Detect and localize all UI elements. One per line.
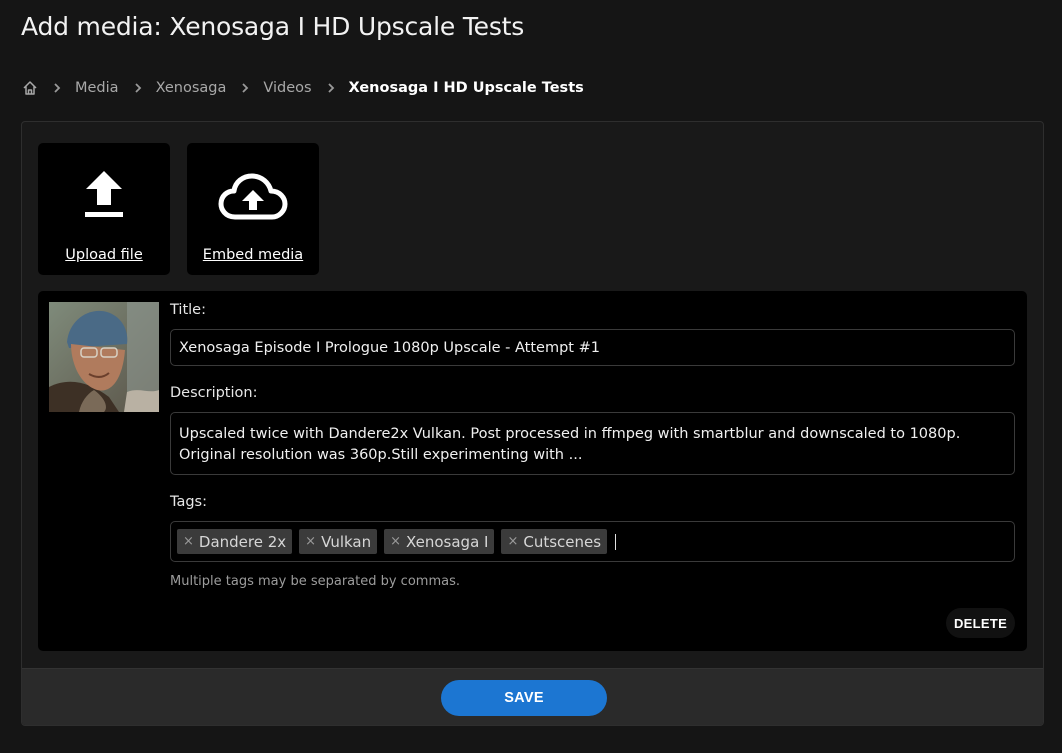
breadcrumb: Media Xenosaga Videos Xenosaga I HD Upsc…: [22, 78, 584, 98]
title-label: Title:: [170, 302, 206, 318]
tags-label: Tags:: [170, 494, 207, 510]
description-label: Description:: [170, 385, 258, 401]
tags-input[interactable]: × Dandere 2x × Vulkan × Xenosaga I × Cut…: [170, 521, 1015, 562]
save-button[interactable]: SAVE: [441, 680, 607, 716]
breadcrumb-item-videos[interactable]: Videos: [263, 80, 311, 96]
embed-media-link[interactable]: Embed media: [187, 247, 319, 263]
breadcrumb-current: Xenosaga I HD Upscale Tests: [348, 80, 584, 96]
chevron-right-icon: [134, 83, 142, 93]
upload-icon: [83, 169, 125, 224]
remove-tag-icon[interactable]: ×: [183, 534, 194, 549]
tag-chip: × Dandere 2x: [177, 529, 293, 554]
tag-chip: × Vulkan: [299, 529, 378, 554]
tags-help-text: Multiple tags may be separated by commas…: [170, 574, 460, 589]
remove-tag-icon[interactable]: ×: [507, 534, 518, 549]
cloud-upload-icon: [218, 173, 288, 226]
remove-tag-icon[interactable]: ×: [390, 534, 401, 549]
tag-label: Cutscenes: [523, 532, 602, 551]
breadcrumb-item-media[interactable]: Media: [75, 80, 119, 96]
chevron-right-icon: [53, 83, 61, 93]
description-textarea[interactable]: Upscaled twice with Dandere2x Vulkan. Po…: [170, 412, 1015, 475]
chevron-right-icon: [327, 83, 335, 93]
embed-media-tile[interactable]: Embed media: [187, 143, 319, 275]
tag-label: Dandere 2x: [198, 532, 287, 551]
tag-label: Xenosaga I: [406, 532, 489, 551]
video-thumbnail: [49, 302, 159, 412]
delete-button[interactable]: DELETE: [946, 608, 1015, 638]
footer-bar: SAVE: [22, 668, 1043, 725]
upload-file-tile[interactable]: Upload file: [38, 143, 170, 275]
breadcrumb-item-xenosaga[interactable]: Xenosaga: [156, 80, 227, 96]
tag-label: Vulkan: [321, 532, 372, 551]
add-media-panel: Upload file Embed media Title: Xenosaga …: [21, 121, 1044, 726]
chevron-right-icon: [241, 83, 249, 93]
remove-tag-icon[interactable]: ×: [305, 534, 316, 549]
tag-chip: × Cutscenes: [501, 529, 608, 554]
media-item-card: Title: Xenosaga Episode I Prologue 1080p…: [38, 291, 1027, 651]
tag-chip: × Xenosaga I: [384, 529, 495, 554]
text-caret: [615, 533, 617, 550]
title-input[interactable]: Xenosaga Episode I Prologue 1080p Upscal…: [170, 329, 1015, 366]
upload-file-link[interactable]: Upload file: [38, 247, 170, 263]
page-title: Add media: Xenosaga I HD Upscale Tests: [21, 12, 525, 41]
home-icon[interactable]: [22, 80, 38, 96]
